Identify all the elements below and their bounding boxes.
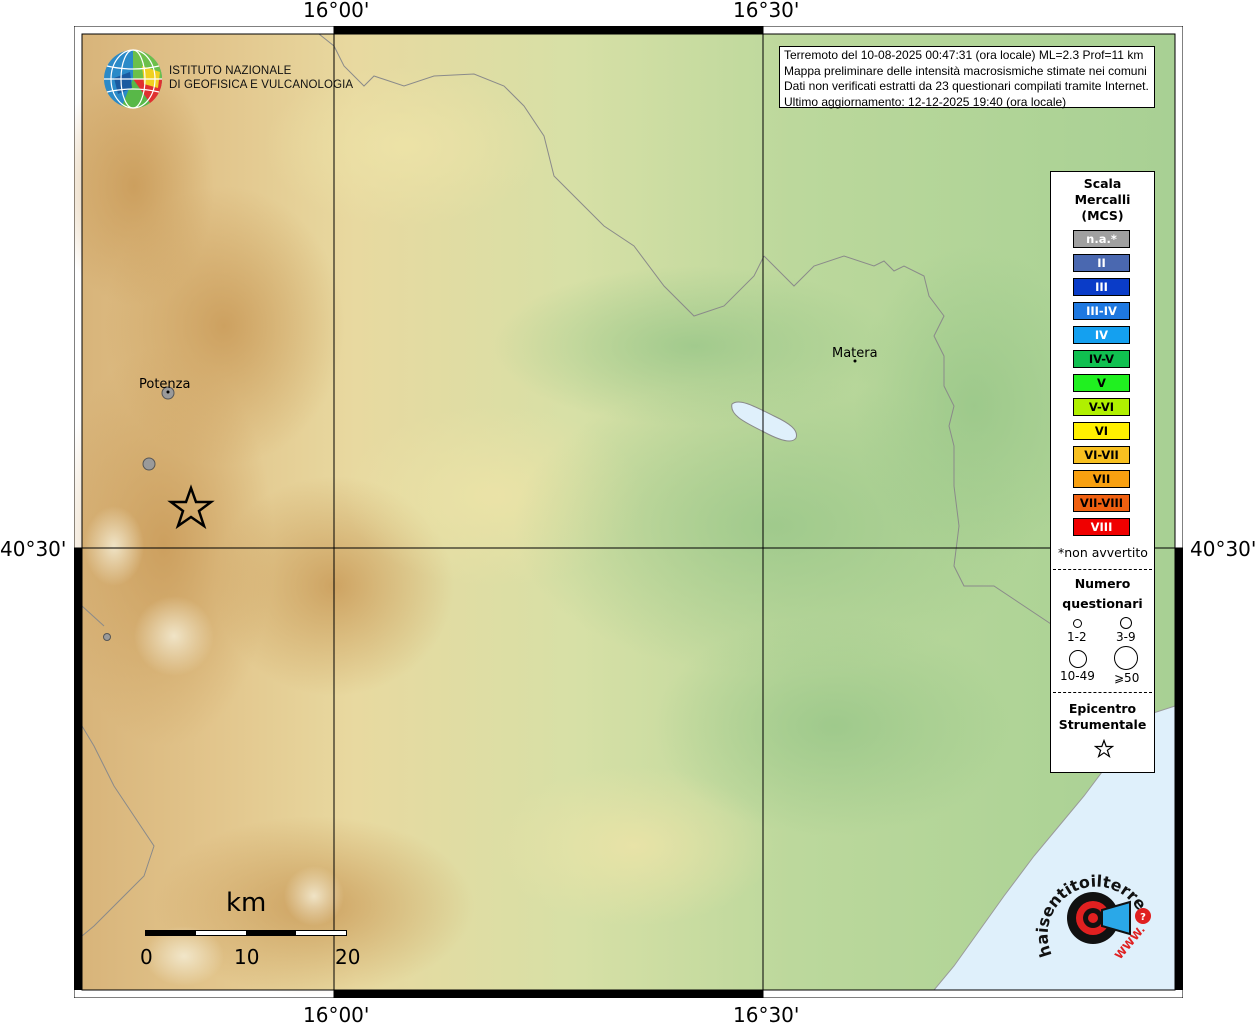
coord-top-1630: 16°30' [733,0,800,22]
legend-title-line1: Scala [1083,176,1122,191]
hsit-logo[interactable]: haisentitoilterremoto.it ? WWW. [1030,860,1160,980]
scale-tick-10: 10 [234,945,260,969]
ingv-name: ISTITUTO NAZIONALE DI GEOFISICA E VULCAN… [169,64,353,92]
intensity-swatch: II [1073,254,1130,272]
place-label-matera: Matera [832,346,878,361]
ingv-globe-icon [104,49,163,109]
ingv-name-line2: DI GEOFISICA E VULCANOLOGIA [169,79,354,91]
legend-title-line3: (MCS) [1081,208,1124,223]
scale-tick-20: 20 [335,945,361,969]
intensity-swatch: VI-VII [1073,446,1130,464]
epicenter-title-line2: Strumentale [1058,717,1147,732]
intensity-swatch: VI [1073,422,1130,440]
intensity-swatch: III-IV [1073,302,1130,320]
legend-title-line2: Mercalli [1074,192,1131,207]
scale-unit: km [226,888,267,918]
coord-top-1600: 16°00' [303,0,370,22]
coord-right-4030: 40°30' [1190,537,1255,561]
questionnaire-marker[interactable] [142,457,156,471]
place-label-potenza: Potenza [139,377,191,392]
scale-bar: km 0 10 20 [140,888,370,978]
legend-divider [1053,569,1152,570]
legend-divider [1053,692,1152,693]
scale-tick-0: 0 [140,945,153,969]
info-line-update: Ultimo aggiornamento: 12-12-2025 19:40 (… [784,94,1067,109]
intensity-swatch: IV-V [1073,350,1130,368]
terrain-map [74,26,1183,998]
intensity-swatch: V-VI [1073,398,1130,416]
epicenter-title-line1: Epicentro [1068,701,1137,716]
coord-left-4030: 40°30' [0,537,67,561]
count-circle-small [1073,619,1082,628]
intensity-swatch: VII [1073,470,1130,488]
coord-bottom-1630: 16°30' [733,1003,800,1027]
count-label-10-49: 10-49 [1060,669,1095,683]
count-label-1-2: 1-2 [1067,630,1087,644]
info-line-data: Dati non verificati estratti da 23 quest… [784,79,1149,93]
coord-bottom-1600: 16°00' [303,1003,370,1027]
count-title: Numero questionari [1051,574,1154,614]
legend-title: Scala Mercalli (MCS) [1051,176,1154,224]
info-line-map: Mappa preliminare delle intensità macros… [784,63,1147,78]
not-felt-note: *non avvertito [1058,545,1148,560]
questionnaire-marker[interactable] [103,633,111,641]
intensity-swatch: VIII [1073,518,1130,536]
svg-text:?: ? [1140,912,1146,923]
legend-panel: Scala Mercalli (MCS) n.a.* II III III-IV IV I… [1050,171,1155,773]
intensity-swatch: IV [1073,326,1130,344]
intensity-swatch: VII-VIII [1073,494,1130,512]
count-circle-xlarge [1114,646,1138,670]
count-title-line2: questionari [1062,596,1143,611]
epicenter-legend-star-icon [1094,739,1114,758]
intensity-swatch: V [1073,374,1130,392]
count-circle-medium [1120,617,1132,629]
event-info-box: Terremoto del 10-08-2025 00:47:31 (ora l… [779,46,1155,109]
epicenter-title: Epicentro Strumentale [1051,701,1154,733]
count-label-50: ⩾50 [1114,671,1140,685]
info-line-event: Terremoto del 10-08-2025 00:47:31 (ora l… [784,48,1144,62]
intensity-swatch: III [1073,278,1130,296]
ingv-name-line1: ISTITUTO NAZIONALE [169,65,292,77]
count-title-line1: Numero [1074,576,1131,591]
intensity-swatch: n.a.* [1073,230,1130,248]
count-label-3-9: 3-9 [1116,630,1136,644]
map[interactable] [74,26,1183,998]
count-circle-large [1069,650,1087,668]
scale-bar-track [145,930,347,936]
